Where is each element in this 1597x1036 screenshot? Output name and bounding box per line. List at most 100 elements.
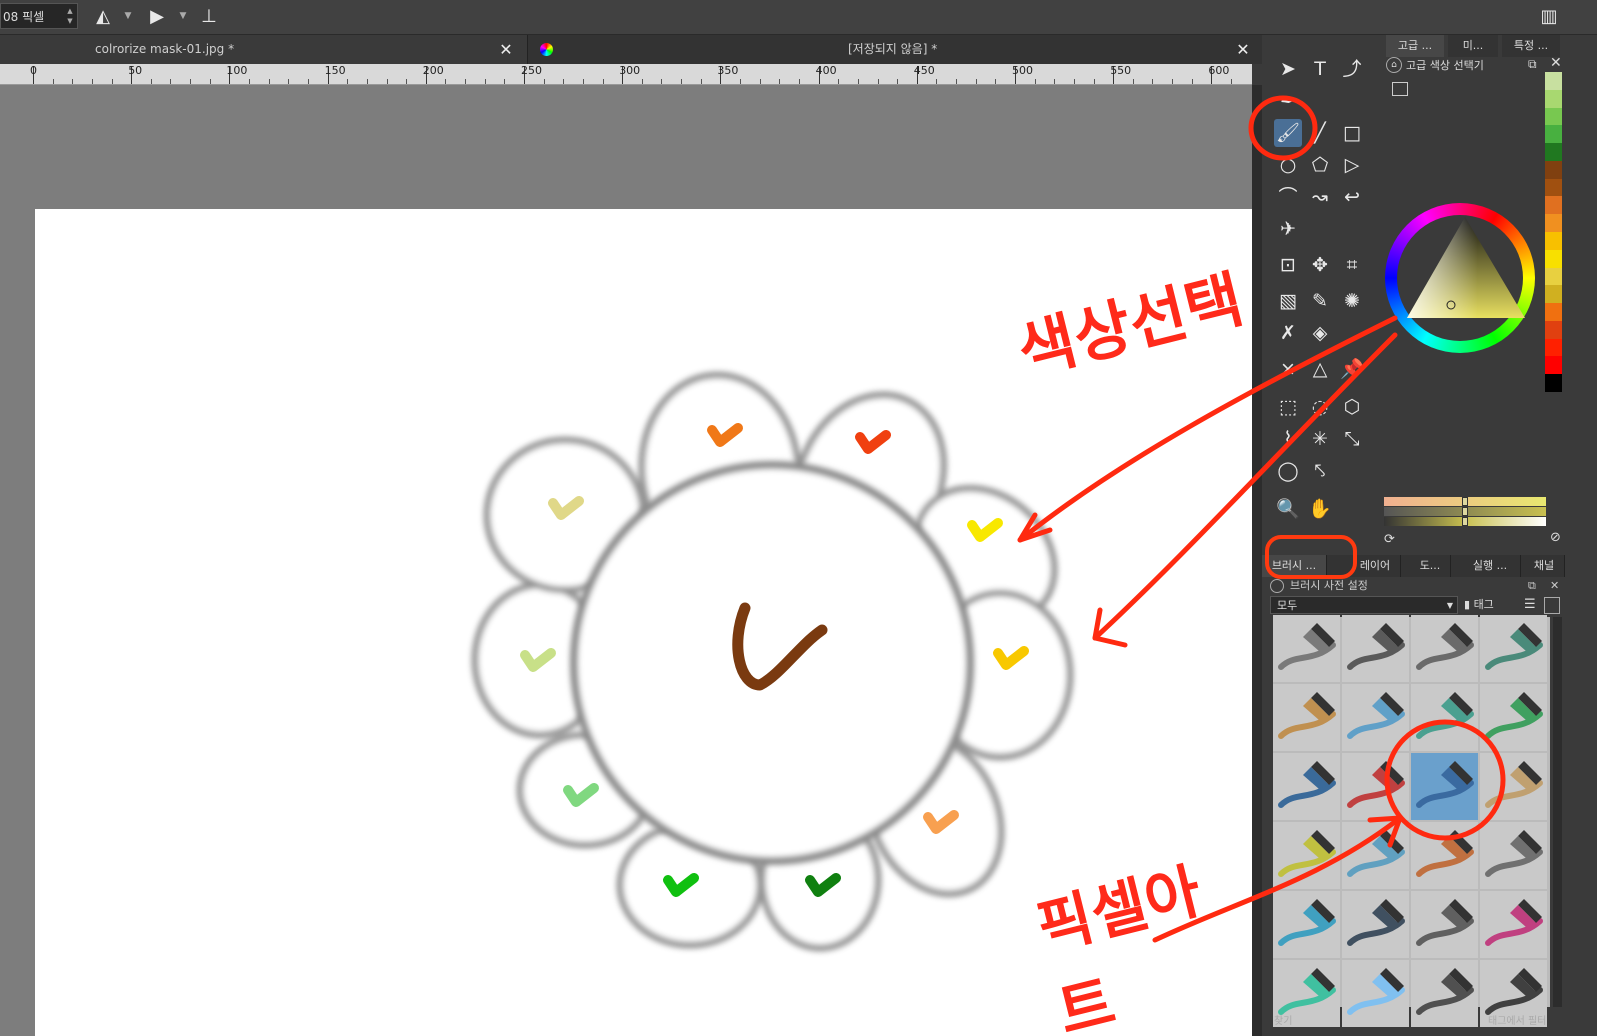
- reference-tool-icon[interactable]: 📌: [1338, 355, 1366, 383]
- brush-preset[interactable]: [1480, 684, 1547, 751]
- tab-colrorize-mask[interactable]: colrorize mask-01.jpg * ✕: [0, 35, 528, 64]
- brush-preset[interactable]: [1273, 822, 1340, 889]
- lock-icon[interactable]: ⌂: [1386, 57, 1402, 73]
- tab-advanced-color[interactable]: 고급 ...: [1386, 35, 1444, 57]
- color-swatch[interactable]: [1545, 232, 1562, 250]
- edit-shapes-icon[interactable]: ⤴: [1338, 55, 1366, 83]
- tag-button[interactable]: ▮ 태그: [1464, 596, 1516, 614]
- magic-wand-icon[interactable]: ✳: [1306, 425, 1334, 453]
- tab-undo-history[interactable]: 실행 ...: [1460, 555, 1521, 577]
- tab-mini[interactable]: 미...: [1448, 35, 1498, 57]
- brush-preset[interactable]: [1342, 891, 1409, 958]
- brush-preset[interactable]: [1411, 891, 1478, 958]
- color-swatch[interactable]: [1545, 214, 1562, 232]
- magnetic-select-icon[interactable]: ⤣: [1306, 457, 1334, 485]
- smart-patch-icon[interactable]: ✺: [1338, 287, 1366, 315]
- color-swatch[interactable]: [1545, 303, 1562, 321]
- freehand-brush-icon[interactable]: 🖌: [1274, 119, 1302, 147]
- close-icon[interactable]: ✕: [1550, 55, 1562, 71]
- text-tool-icon[interactable]: T: [1306, 55, 1334, 83]
- freehand-path-icon[interactable]: ↝: [1306, 183, 1334, 211]
- line-tool-icon[interactable]: ╱: [1306, 119, 1334, 147]
- close-icon[interactable]: ✕: [1233, 35, 1253, 64]
- zoom-tool-icon[interactable]: 🔍: [1274, 495, 1302, 523]
- brush-preset[interactable]: [1480, 822, 1547, 889]
- tab-unsaved[interactable]: [저장되지 않음] * ✕: [528, 35, 1263, 64]
- search-field[interactable]: 찾기: [1274, 1012, 1292, 1027]
- gradient-tool-icon[interactable]: ▧: [1274, 287, 1302, 315]
- float-icon[interactable]: ⧉: [1528, 578, 1536, 594]
- brush-preset[interactable]: [1411, 822, 1478, 889]
- workspace-icon[interactable]: ▥: [1538, 6, 1560, 28]
- color-slider[interactable]: [1384, 497, 1546, 506]
- view-menu-icon[interactable]: ☰: [1524, 596, 1540, 614]
- slider-handle[interactable]: [1462, 497, 1468, 506]
- canvas-area[interactable]: 색상선택 픽셀아트: [0, 85, 1252, 1036]
- close-icon[interactable]: ✕: [496, 35, 516, 64]
- move-tool-icon[interactable]: ✥: [1306, 251, 1334, 279]
- fill-tool-icon[interactable]: ◈: [1306, 319, 1334, 347]
- color-swatch[interactable]: [1545, 72, 1562, 90]
- brush-grid-scrollbar[interactable]: [1553, 617, 1562, 1007]
- tab-tool-options[interactable]: 도...: [1410, 555, 1451, 577]
- mirror-horizontal-icon[interactable]: ◭: [92, 6, 114, 28]
- brush-preset[interactable]: [1480, 615, 1547, 682]
- lock-icon[interactable]: [1270, 579, 1284, 593]
- color-history-strip[interactable]: [1545, 72, 1562, 392]
- tab-specific[interactable]: 특정 ...: [1502, 35, 1560, 57]
- info-icon[interactable]: [1544, 597, 1560, 614]
- pan-tool-icon[interactable]: ✋: [1306, 495, 1334, 523]
- brush-preset[interactable]: [1273, 891, 1340, 958]
- reset-icon[interactable]: ⟳: [1384, 532, 1395, 547]
- color-swatch[interactable]: [1545, 356, 1562, 375]
- brush-preset[interactable]: [1342, 753, 1409, 820]
- color-sliders[interactable]: [1384, 497, 1546, 527]
- float-icon[interactable]: ⧉: [1528, 57, 1537, 72]
- brush-preset[interactable]: [1480, 753, 1547, 820]
- calligraphy-icon[interactable]: ✒: [1274, 87, 1302, 115]
- filter-by-tag-button[interactable]: 태그에서 필터: [1488, 1012, 1546, 1027]
- preset-filter-select[interactable]: 모두 ▼: [1270, 596, 1458, 614]
- brush-preset[interactable]: [1411, 615, 1478, 682]
- color-wheel[interactable]: [1385, 203, 1535, 365]
- brush-preset[interactable]: [1342, 615, 1409, 682]
- tab-channels[interactable]: 채널: [1524, 555, 1565, 577]
- clear-icon[interactable]: ⊘: [1550, 530, 1561, 545]
- color-slider[interactable]: [1384, 507, 1546, 516]
- multibrush-icon[interactable]: ✈: [1274, 215, 1302, 243]
- brush-preset[interactable]: [1342, 822, 1409, 889]
- slider-handle[interactable]: [1462, 517, 1468, 526]
- brush-size-field[interactable]: 08 픽셀 ▲ ▼: [0, 3, 78, 29]
- color-slider[interactable]: [1384, 517, 1546, 526]
- wrap-around-icon[interactable]: ⊥: [198, 6, 220, 28]
- assistant-tool-icon[interactable]: ⨯: [1274, 355, 1302, 383]
- polyline-tool-icon[interactable]: ▷: [1338, 151, 1366, 179]
- transform-tool-icon[interactable]: ⊡: [1274, 251, 1302, 279]
- color-swatch[interactable]: [1545, 143, 1562, 161]
- brush-size-spinner[interactable]: ▲ ▼: [65, 6, 75, 26]
- slider-handle[interactable]: [1462, 507, 1468, 516]
- close-icon[interactable]: ✕: [1550, 578, 1559, 594]
- color-swatch[interactable]: [1545, 338, 1562, 357]
- color-swatch[interactable]: [1545, 249, 1562, 268]
- color-picker-icon[interactable]: ✎: [1306, 287, 1334, 315]
- mirror-horizontal-dropdown[interactable]: ▼: [123, 10, 133, 22]
- brush-preset[interactable]: [1273, 753, 1340, 820]
- color-swatch[interactable]: [1545, 125, 1562, 144]
- color-swatch[interactable]: [1545, 267, 1562, 286]
- colorize-mask-icon[interactable]: ✗: [1274, 319, 1302, 347]
- polygon-tool-icon[interactable]: ⬠: [1306, 151, 1334, 179]
- color-swatch[interactable]: [1545, 374, 1562, 392]
- brush-preset[interactable]: [1273, 615, 1340, 682]
- ellipse-tool-icon[interactable]: ○: [1274, 151, 1302, 179]
- brush-preset[interactable]: [1480, 891, 1547, 958]
- settings-list-icon[interactable]: [1392, 82, 1408, 96]
- measure-tool-icon[interactable]: △: [1306, 355, 1334, 383]
- color-swatch[interactable]: [1545, 285, 1562, 304]
- ellipse-select-icon[interactable]: ◌: [1306, 393, 1334, 421]
- select-shapes-icon[interactable]: ➤: [1274, 55, 1302, 83]
- rect-select-icon[interactable]: ⬚: [1274, 393, 1302, 421]
- dynamic-brush-icon[interactable]: ↩: [1338, 183, 1366, 211]
- mirror-vertical-dropdown[interactable]: ▼: [178, 10, 188, 22]
- brush-preset[interactable]: [1273, 684, 1340, 751]
